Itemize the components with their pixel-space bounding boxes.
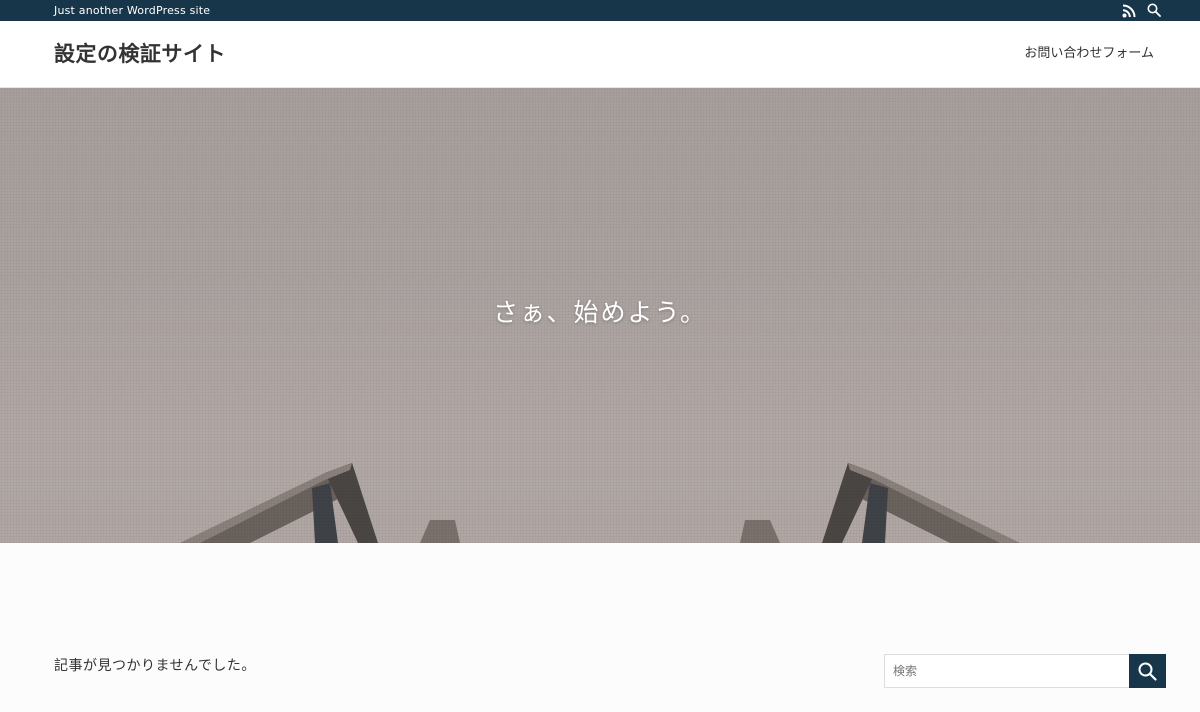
no-posts-message: 記事が見つかりませんでした。 — [54, 658, 256, 674]
search-icon — [1138, 662, 1157, 681]
search-input[interactable] — [884, 654, 1130, 688]
rss-icon[interactable] — [1122, 4, 1136, 18]
hero-banner: さぁ、始めよう。 — [0, 88, 1200, 543]
nav-item-contact-form[interactable]: お問い合わせフォーム — [1024, 45, 1154, 63]
site-header: 設定の検証サイト お問い合わせフォーム — [0, 21, 1200, 88]
search-button[interactable] — [1129, 654, 1166, 688]
main-content: 記事が見つかりませんでした。 — [0, 543, 1200, 712]
search-icon[interactable] — [1147, 3, 1161, 17]
top-bar: Just another WordPress site — [0, 0, 1200, 21]
sidebar-search-form — [884, 654, 1166, 688]
site-title[interactable]: 設定の検証サイト — [54, 40, 226, 68]
hero-headline: さぁ、始めよう。 — [492, 298, 707, 327]
site-tagline: Just another WordPress site — [54, 4, 211, 17]
